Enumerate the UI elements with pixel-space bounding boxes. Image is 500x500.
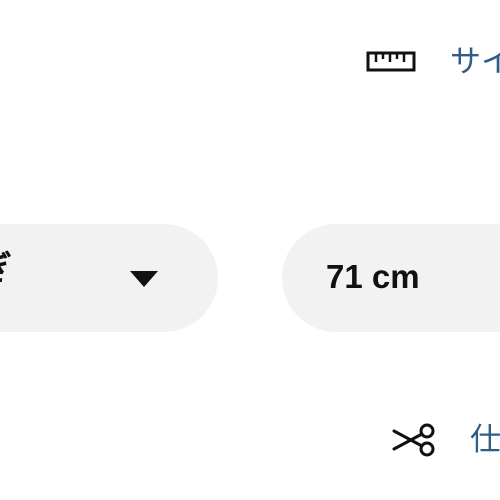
tailoring-label[interactable]: 仕 [470, 424, 500, 456]
length-select-value: ぎ [0, 252, 12, 286]
size-guide-link[interactable]: サイ [366, 40, 500, 84]
measurement-field[interactable]: 71 cm [282, 224, 500, 332]
caret-down-icon [129, 270, 159, 288]
tailoring-link[interactable]: 仕 [390, 420, 500, 460]
size-guide-label[interactable]: サイ [450, 46, 500, 78]
measurement-value: 71 cm [326, 258, 420, 295]
ruler-icon [366, 50, 416, 74]
length-select[interactable]: ぎ [0, 224, 218, 332]
scissors-icon [390, 423, 440, 457]
page: サイ ぎ 71 cm 仕 [0, 0, 500, 500]
